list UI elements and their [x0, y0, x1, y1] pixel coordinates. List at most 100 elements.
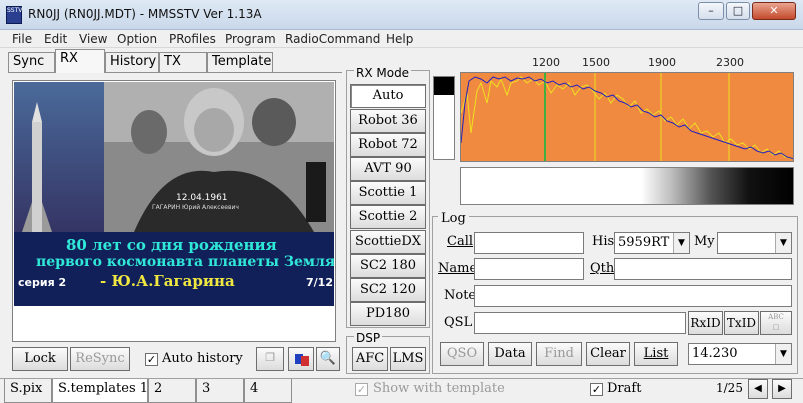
image-headline-1: 80 лет со дня рождения [66, 236, 277, 254]
waterfall-display[interactable] [460, 167, 794, 205]
rx-mode-title: RX Mode [354, 66, 412, 80]
chevron-down-icon[interactable]: ▼ [673, 233, 689, 253]
chevron-down-icon[interactable]: ▼ [775, 344, 791, 364]
his-label: His [592, 234, 615, 249]
tab-4[interactable]: 4 [244, 379, 292, 403]
tab-stemplates1[interactable]: S.templates 1 [52, 379, 148, 403]
show-with-template-checkbox[interactable]: ✓ [355, 383, 368, 396]
mode-pd180-button[interactable]: PD180 [350, 302, 426, 326]
mode-robot72-button[interactable]: Robot 72 [350, 133, 426, 157]
show-with-template-label: Show with template [373, 381, 505, 396]
window-title: RN0JJ (RN0JJ.MDT) - MMSSTV Ver 1.13A [28, 7, 262, 21]
menu-view[interactable]: View [79, 32, 107, 46]
image-series: серия 2 [18, 276, 67, 289]
frequency-select[interactable]: 14.230 ▼ [688, 343, 792, 365]
mode-avt90-button[interactable]: AVT 90 [350, 157, 426, 181]
my-select[interactable]: ▼ [717, 232, 792, 254]
app-icon-text: SSTV [7, 7, 23, 14]
lock-button[interactable]: Lock [12, 347, 68, 371]
name-field[interactable] [474, 258, 584, 280]
dsp-title: DSP [354, 331, 383, 345]
menu-radiocommand[interactable]: RadioCommand [285, 32, 380, 46]
name-label: Name [438, 261, 478, 276]
frequency-value: 14.230 [692, 346, 738, 361]
list-button[interactable]: List [634, 342, 678, 366]
menu-option[interactable]: Option [117, 32, 157, 46]
clear-button[interactable]: Clear [586, 342, 630, 366]
color-swatch-red [301, 356, 309, 366]
close-icon[interactable]: ✕ [752, 2, 796, 20]
auto-history-checkbox[interactable]: ✓ [145, 353, 158, 366]
abc-icon[interactable]: ABC □ [760, 311, 792, 335]
spectrum-trace-blue [461, 76, 793, 160]
next-page-icon[interactable]: ▶ [772, 379, 792, 399]
spectrum-display[interactable] [460, 72, 794, 162]
mode-scottiedx-button[interactable]: ScottieDX [350, 230, 426, 254]
tab-spix[interactable]: S.pix [4, 379, 52, 403]
mode-scottie1-button[interactable]: Scottie 1 [350, 181, 426, 205]
call-label: Call [447, 234, 474, 249]
lms-button[interactable]: LMS [390, 347, 426, 371]
app-icon: SSTV [6, 6, 22, 24]
afc-button[interactable]: AFC [352, 347, 388, 371]
qth-field[interactable] [614, 258, 792, 280]
txid-button[interactable]: TxID [724, 311, 759, 335]
maximize-icon[interactable]: □ [726, 2, 750, 20]
tab-2[interactable]: 2 [148, 379, 196, 403]
zoom-icon[interactable]: 🔍 [316, 347, 340, 371]
mode-sc2-180-button[interactable]: SC2 180 [350, 254, 426, 278]
image-headline-3: - Ю.А.Гагарина [100, 272, 235, 290]
data-button[interactable]: Data [488, 342, 532, 366]
tab-rx[interactable]: RX [55, 49, 105, 73]
call-field[interactable] [474, 232, 584, 254]
mode-robot36-button[interactable]: Robot 36 [350, 109, 426, 133]
rxid-button[interactable]: RxID [688, 311, 723, 335]
qsl-label: QSL [444, 315, 473, 330]
tab-tx[interactable]: TX [159, 52, 207, 72]
menu-help[interactable]: Help [386, 32, 413, 46]
mode-scottie2-button[interactable]: Scottie 2 [350, 205, 426, 229]
note-field[interactable] [474, 285, 792, 307]
spectrum-trace-yellow [461, 76, 793, 160]
menu-program[interactable]: Program [225, 32, 276, 46]
my-label: My [694, 234, 715, 249]
image-counter: 7/12 [306, 276, 333, 289]
freq-label-1200: 1200 [532, 56, 560, 69]
waterfall-noise [641, 168, 793, 204]
log-title: Log [438, 211, 469, 226]
note-label: Note [444, 288, 477, 303]
menu-file[interactable]: File [12, 32, 32, 46]
menu-edit[interactable]: Edit [44, 32, 67, 46]
color-picker-icon[interactable] [288, 347, 314, 371]
page-indicator: 1/25 [716, 381, 743, 395]
image-date: 12.04.1961 [176, 193, 228, 203]
prev-page-icon[interactable]: ◀ [748, 379, 768, 399]
mode-auto-button[interactable]: Auto [350, 84, 426, 108]
tab-3[interactable]: 3 [196, 379, 244, 403]
minimize-icon[interactable]: – [698, 2, 724, 20]
resync-button[interactable]: ReSync [70, 347, 130, 371]
freq-label-2300: 2300 [716, 56, 744, 69]
title-bar: SSTV RN0JJ (RN0JJ.MDT) - MMSSTV Ver 1.13… [0, 0, 803, 30]
draft-label: Draft [607, 381, 642, 396]
find-button[interactable]: Find [536, 342, 582, 366]
spectrum-graphic [461, 73, 793, 161]
mode-sc2-120-button[interactable]: SC2 120 [350, 278, 426, 302]
image-headline-2: первого космонавта планеты Земля [36, 254, 334, 270]
his-value: 5959RT [618, 235, 670, 250]
auto-history-label: Auto history [162, 351, 243, 366]
qso-button[interactable]: QSO [440, 342, 484, 366]
tab-sync[interactable]: Sync [8, 52, 55, 72]
draft-checkbox[interactable]: ✓ [590, 383, 603, 396]
copy-icon[interactable]: ❐ [256, 347, 284, 371]
his-select[interactable]: 5959RT ▼ [614, 232, 690, 254]
tab-template[interactable]: Template [207, 52, 273, 72]
qth-label: Qth [590, 261, 615, 276]
received-image[interactable]: 12.04.1961 ГАГАРИН Юрий Алексеевич 80 ле… [14, 82, 334, 306]
menu-bar: File Edit View Option PRofiles Program R… [0, 30, 803, 48]
freq-label-1500: 1500 [582, 56, 610, 69]
qsl-field[interactable] [474, 312, 686, 334]
menu-profiles[interactable]: PRofiles [169, 32, 216, 46]
tab-history[interactable]: History [105, 52, 159, 72]
chevron-down-icon[interactable]: ▼ [775, 233, 791, 253]
